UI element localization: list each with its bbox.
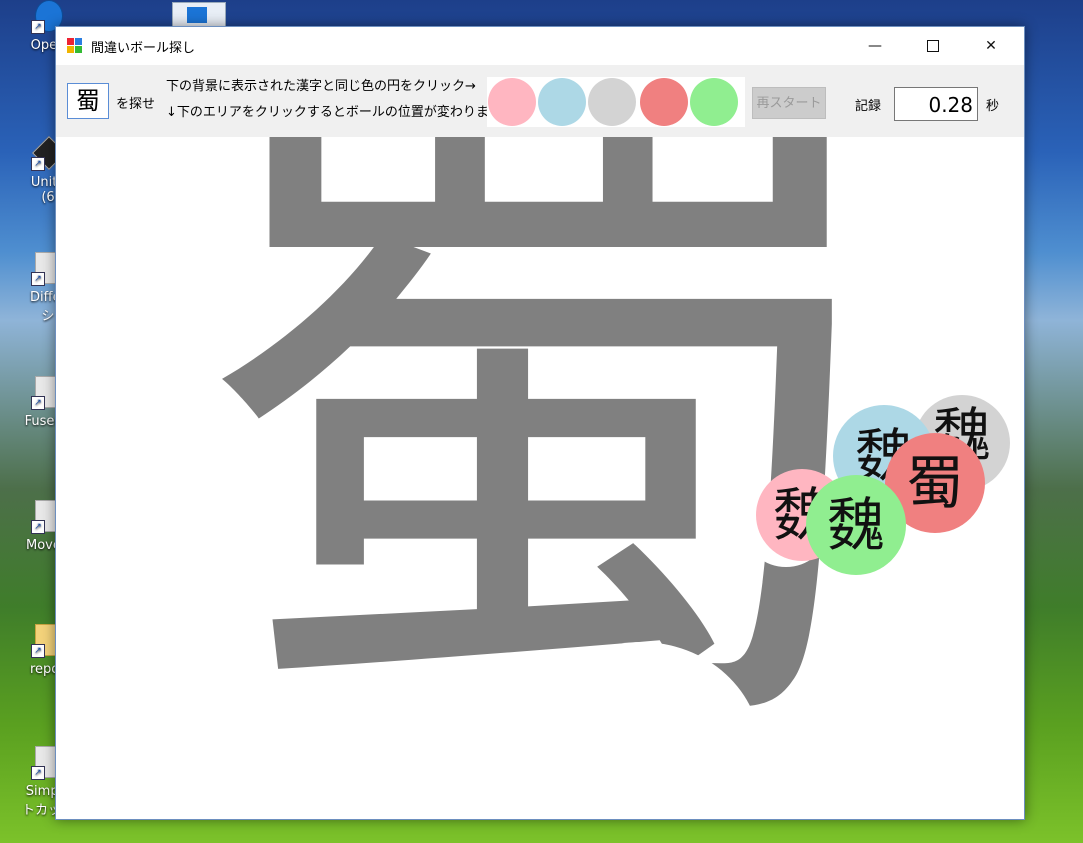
color-circle-pink[interactable] <box>488 78 536 126</box>
color-circle-coral[interactable] <box>640 78 688 126</box>
record-value: 0.28 <box>894 87 978 121</box>
color-circle-lightgreen[interactable] <box>690 78 738 126</box>
title-bar[interactable]: 間違いボール探し — ✕ <box>56 27 1024 65</box>
desktop-top-icon[interactable] <box>172 2 226 28</box>
maximize-button[interactable] <box>910 27 956 65</box>
instruction-line-1: 下の背景に表示された漢字と同じ色の円をクリック→ <box>166 79 476 94</box>
app-tile-icon <box>187 7 207 23</box>
target-kanji-box: 蜀 <box>67 83 109 119</box>
ball-kanji: 魏 <box>826 491 885 559</box>
instruction-line-2: ↓下のエリアをクリックするとボールの位置が変わります <box>166 105 502 120</box>
color-circle-lightgray[interactable] <box>588 78 636 126</box>
ball-lightgreen[interactable]: 魏 <box>806 475 906 575</box>
maximize-icon <box>927 40 939 52</box>
background-kanji: 蜀 <box>186 137 906 819</box>
search-label: を探せ <box>116 97 156 112</box>
ball-kanji: 蜀 <box>905 449 964 517</box>
restart-button[interactable]: 再スタート <box>752 87 826 119</box>
seconds-label: 秒 <box>986 99 1000 114</box>
toolbar: 蜀 を探せ 下の背景に表示された漢字と同じ色の円をクリック→ ↓下のエリアをクリ… <box>56 65 1024 137</box>
color-circle-lightblue[interactable] <box>538 78 586 126</box>
white-blob <box>696 717 836 819</box>
play-area[interactable]: 蜀 魏 魏 魏 蜀 魏 <box>56 137 1024 819</box>
close-button[interactable]: ✕ <box>968 27 1014 65</box>
window-title: 間違いボール探し <box>91 41 196 56</box>
app-window: 間違いボール探し — ✕ 蜀 を探せ 下の背景に表示された漢字と同じ色の円をクリ… <box>55 26 1025 820</box>
color-picker-panel <box>487 77 745 127</box>
white-blob <box>601 657 721 727</box>
minimize-button[interactable]: — <box>852 27 898 65</box>
app-icon <box>67 38 83 54</box>
record-label: 記録 <box>855 99 882 114</box>
